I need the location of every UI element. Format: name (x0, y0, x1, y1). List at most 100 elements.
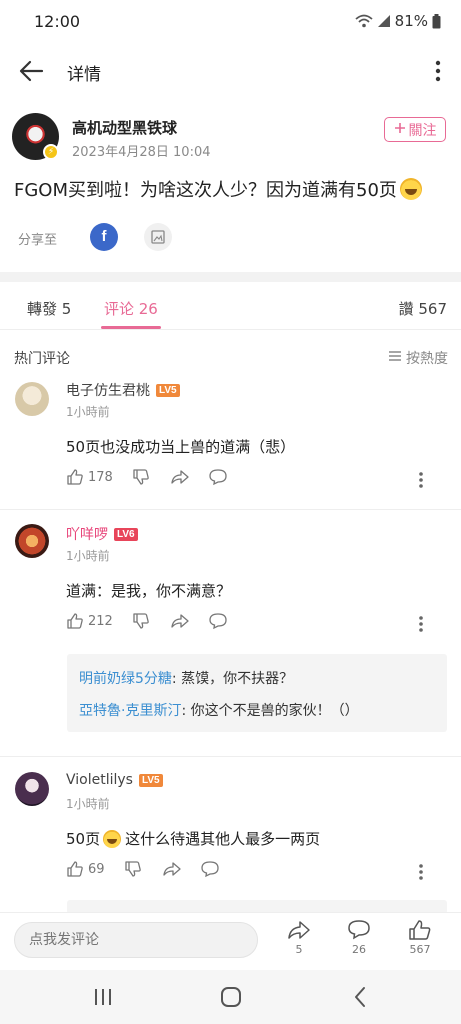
like-post-button[interactable]: 567 (400, 919, 440, 956)
comment-time: 1小時前 (66, 797, 110, 811)
commenter-avatar[interactable] (15, 382, 49, 416)
laughing-emoji-icon (399, 178, 422, 200)
reply-button[interactable] (200, 860, 220, 878)
list-sort-icon (388, 350, 402, 366)
dislike-button[interactable] (132, 468, 150, 486)
commenter-name-text: Violetlilys (66, 772, 133, 788)
replies-preview[interactable]: 明前奶绿5分糖: 蒸馍，你不扶器？ 亞特魯·克里斯汀: 你这个不是兽的家伙！（） (67, 654, 447, 732)
tab-comments[interactable]: 评论 26 (104, 298, 158, 319)
thumbs-down-icon (125, 861, 141, 877)
commenter-name-text: 吖咩啰 (66, 527, 108, 543)
thumbs-up-icon (67, 613, 83, 629)
hot-comments-title: 热门评论 (14, 351, 70, 367)
reply-text: : 你这个不是兽的家伙！（） (181, 703, 359, 719)
tab-likes[interactable]: 讚 567 (399, 298, 447, 319)
reply-item: 明前奶绿5分糖: 蒸馍，你不扶器？ (79, 668, 293, 688)
like-button[interactable]: 178 (66, 468, 113, 486)
comment-text: 50页 这什么待遇其他人最多一两页 (66, 828, 320, 849)
like-button[interactable]: 69 (66, 860, 105, 878)
recent-apps-button[interactable] (90, 985, 116, 1009)
signal-icon (377, 14, 391, 28)
post-date: 2023年4月28日 10:04 (72, 145, 211, 160)
share-row: 分享至 f (18, 222, 218, 252)
commenter-name[interactable]: 吖咩啰 LV6 (66, 524, 138, 544)
status-time: 12:00 (34, 12, 81, 31)
sort-label: 按熱度 (406, 351, 448, 367)
sort-button[interactable]: 按熱度 (388, 348, 448, 368)
comment-more-button[interactable] (418, 614, 424, 634)
system-back-button[interactable] (348, 985, 374, 1009)
active-tab-indicator (101, 326, 161, 329)
share-arrow-icon (171, 470, 189, 484)
more-vertical-icon (419, 864, 423, 880)
status-icons: 81% (355, 12, 441, 30)
reply-username[interactable]: 亞特魯·克里斯汀 (79, 703, 181, 719)
comment-more-button[interactable] (418, 470, 424, 490)
comment-item: 电子仿生君桃 LV5 1小時前 50页也没成功当上兽的道满（悲） 178 (0, 378, 461, 508)
comment-text-content: 这什么待遇其他人最多一两页 (125, 830, 321, 848)
comment-time: 1小時前 (66, 549, 110, 563)
comment-count: 26 (352, 943, 366, 956)
share-button[interactable] (170, 468, 190, 486)
comment-actions: 69 (66, 860, 446, 884)
reply-item: 亞特魯·克里斯汀: 你这个不是兽的家伙！（） (79, 700, 359, 720)
follow-label: 關注 (408, 122, 437, 139)
comment-text-content: 道满：是我，你不满意？ (66, 582, 232, 600)
wifi-icon (355, 14, 373, 28)
commenter-avatar[interactable] (15, 524, 49, 558)
dislike-button[interactable] (132, 612, 150, 630)
comment-divider (0, 756, 461, 757)
dislike-button[interactable] (124, 860, 142, 878)
battery-icon (432, 13, 441, 29)
reply-text: : 蒸馍，你不扶器？ (171, 671, 294, 687)
thumbs-up-icon (67, 861, 83, 877)
commenter-name[interactable]: 电子仿生君桃 LV5 (66, 380, 180, 400)
reply-button[interactable] (208, 468, 228, 486)
speech-bubble-icon (201, 861, 219, 878)
commenter-avatar[interactable] (15, 772, 49, 806)
post-text: FGOM买到啦！为啥这次人少？因为道满有50页 (14, 180, 397, 201)
author-name[interactable]: 高机动型黑铁球 (72, 117, 177, 138)
reply-button[interactable] (208, 612, 228, 630)
like-count: 178 (88, 469, 113, 485)
verified-badge-icon: ⚡ (43, 144, 59, 160)
reply-username[interactable]: 明前奶绿5分糖 (79, 671, 172, 687)
status-bar: 12:00 81% (0, 0, 461, 44)
share-button[interactable] (170, 612, 190, 630)
back-button[interactable] (18, 58, 46, 84)
level-badge: LV6 (114, 527, 138, 541)
thumbs-up-icon (67, 469, 83, 485)
post-author: ⚡ 高机动型黑铁球 2023年4月28日 10:04 關注 (12, 113, 452, 165)
like-count: 69 (88, 861, 105, 877)
share-button[interactable] (162, 860, 182, 878)
like-button[interactable]: 212 (66, 612, 113, 630)
comment-text: 50页也没成功当上兽的道满（悲） (66, 436, 295, 457)
comment-actions: 178 (66, 468, 446, 492)
like-count: 567 (409, 943, 431, 956)
share-image-icon[interactable] (144, 223, 172, 251)
bottom-action-bar: 5 26 567 (0, 912, 461, 970)
battery-percent: 81% (394, 12, 428, 30)
comment-divider (0, 509, 461, 510)
level-badge: LV5 (156, 383, 180, 397)
facebook-share-icon[interactable]: f (90, 223, 118, 251)
tab-reposts[interactable]: 轉發 5 (27, 298, 71, 319)
more-vertical-icon (419, 616, 423, 632)
commenter-name[interactable]: Violetlilys LV5 (66, 772, 163, 788)
share-count: 5 (295, 943, 303, 956)
commenter-name-text: 电子仿生君桃 (66, 383, 150, 399)
follow-button[interactable]: 關注 (384, 117, 446, 142)
level-badge: LV5 (138, 773, 163, 787)
comment-more-button[interactable] (418, 862, 424, 882)
home-icon (221, 987, 241, 1007)
more-vertical-icon (435, 60, 441, 82)
comment-input[interactable] (14, 922, 258, 958)
like-count: 212 (88, 613, 113, 629)
comment-text: 道满：是我，你不满意？ (66, 580, 231, 601)
comment-time: 1小時前 (66, 405, 110, 419)
more-options-button[interactable] (433, 59, 443, 83)
hot-comments-header: 热门评论 按熱度 (14, 346, 448, 368)
home-button[interactable] (218, 985, 244, 1009)
share-post-button[interactable]: 5 (279, 919, 319, 956)
comment-post-button[interactable]: 26 (339, 919, 379, 956)
